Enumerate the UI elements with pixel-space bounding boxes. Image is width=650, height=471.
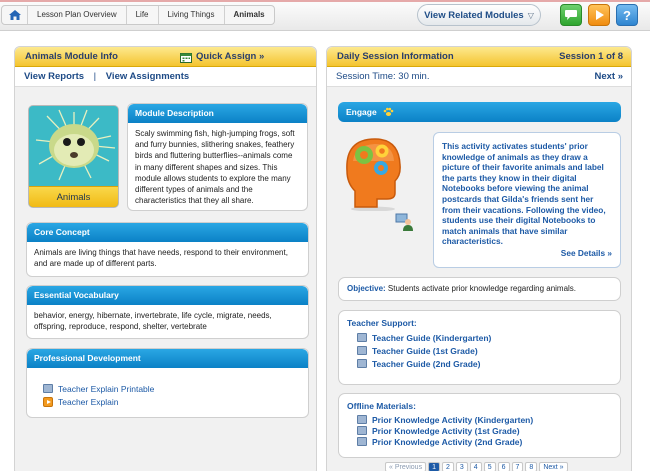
teacher-guide-2nd-grade-link[interactable]: Teacher Guide (2nd Grade) xyxy=(357,357,620,370)
play-button[interactable] xyxy=(588,4,610,26)
see-details-link[interactable]: See Details » xyxy=(561,248,612,258)
teacher-explain-link[interactable]: Teacher Explain xyxy=(43,395,308,408)
teacher-support-card: Teacher Support: Teacher Guide (Kinderga… xyxy=(338,310,621,385)
session-counter: Session 1 of 8 xyxy=(559,51,623,62)
help-button[interactable]: ? xyxy=(616,4,638,26)
breadcrumb-lesson-plan-overview[interactable]: Lesson Plan Overview xyxy=(28,6,127,24)
core-concept-text: Animals are living things that have need… xyxy=(34,248,288,268)
module-info-title: Animals Module Info xyxy=(25,51,118,62)
top-toolbar: Lesson Plan Overview Life Living Things … xyxy=(0,0,650,31)
quick-assign-link[interactable]: Quick Assign » xyxy=(180,47,264,67)
prior-knowledge-1st-grade-label: Prior Knowledge Activity (1st Grade) xyxy=(372,425,520,436)
teacher-explain-printable-link[interactable]: Teacher Explain Printable xyxy=(43,382,308,395)
page-1[interactable]: 1 xyxy=(428,462,440,471)
professional-development-title: Professional Development xyxy=(27,349,308,368)
engage-bar: Engage xyxy=(338,102,621,122)
printer-icon xyxy=(357,437,367,446)
link-separator: | xyxy=(93,71,97,82)
essential-vocabulary-card: Essential Vocabulary behavior, energy, h… xyxy=(26,285,309,339)
page-4[interactable]: 4 xyxy=(469,462,482,471)
core-concept-card: Core Concept Animals are living things t… xyxy=(26,222,309,277)
page-8[interactable]: 8 xyxy=(525,462,538,471)
view-related-modules-label: View Related Modules xyxy=(424,9,524,21)
engage-description-text: This activity activates students' prior … xyxy=(442,141,606,247)
teacher-guide-kindergarten-link[interactable]: Teacher Guide (Kindergarten) xyxy=(357,331,620,344)
play-icon xyxy=(596,10,604,20)
page-6[interactable]: 6 xyxy=(497,462,510,471)
chevron-down-icon: ▽ xyxy=(527,10,534,20)
objective-card: Objective: Students activate prior knowl… xyxy=(338,277,621,301)
prior-knowledge-2nd-grade-label: Prior Knowledge Activity (2nd Grade) xyxy=(372,436,523,447)
module-description-card: Module Description Scaly swimming fish, … xyxy=(127,103,308,211)
printer-icon xyxy=(357,346,367,355)
prior-knowledge-2nd-grade-link[interactable]: Prior Knowledge Activity (2nd Grade) xyxy=(357,436,620,447)
teacher-guide-2nd-grade-label: Teacher Guide (2nd Grade) xyxy=(372,358,481,369)
daily-session-header: Daily Session Information Session 1 of 8 xyxy=(327,47,631,67)
professional-development-card: Professional Development Teacher Explain… xyxy=(26,348,309,418)
core-concept-title: Core Concept xyxy=(27,223,308,242)
page-3[interactable]: 3 xyxy=(455,462,468,471)
session-subheader: Session Time: 30 min. Next » xyxy=(327,67,631,87)
quick-assign-label: Quick Assign » xyxy=(196,51,265,62)
teacher-presenter-icon[interactable] xyxy=(395,213,415,231)
teacher-guide-1st-grade-link[interactable]: Teacher Guide (1st Grade) xyxy=(357,344,620,357)
breadcrumb-animals: Animals xyxy=(233,10,265,19)
home-icon[interactable] xyxy=(2,6,28,24)
module-description-title: Module Description xyxy=(128,104,307,123)
video-icon xyxy=(43,396,53,407)
view-reports-link[interactable]: View Reports xyxy=(24,71,84,82)
teacher-support-title: Teacher Support: xyxy=(347,318,417,328)
module-description-text: Scaly swimming fish, high-jumping frogs,… xyxy=(135,129,295,206)
objective-text: Students activate prior knowledge regard… xyxy=(387,284,577,293)
next-session-link[interactable]: Next » xyxy=(594,67,623,87)
essential-vocabulary-text: behavior, energy, hibernate, invertebrat… xyxy=(34,311,272,331)
printer-icon xyxy=(357,359,367,368)
module-info-header: Animals Module Info Quick Assign » xyxy=(15,47,316,67)
module-thumbnail-label: Animals xyxy=(29,186,118,207)
breadcrumb: Lesson Plan Overview Life Living Things … xyxy=(1,5,275,25)
calendar-icon xyxy=(180,52,192,63)
view-related-modules-button[interactable]: View Related Modules ▽ xyxy=(417,4,541,26)
breadcrumb-life[interactable]: Life xyxy=(127,6,159,24)
printer-icon xyxy=(357,333,367,342)
paw-icon xyxy=(383,107,394,116)
prior-knowledge-1st-grade-link[interactable]: Prior Knowledge Activity (1st Grade) xyxy=(357,425,620,436)
session-time: Session Time: 30 min. xyxy=(336,71,430,82)
essential-vocabulary-title: Essential Vocabulary xyxy=(27,286,308,305)
help-icon: ? xyxy=(623,7,631,23)
teacher-guide-kindergarten-label: Teacher Guide (Kindergarten) xyxy=(372,332,492,343)
page-5[interactable]: 5 xyxy=(483,462,496,471)
teacher-guide-1st-grade-label: Teacher Guide (1st Grade) xyxy=(372,345,478,356)
prior-knowledge-kindergarten-label: Prior Knowledge Activity (Kindergarten) xyxy=(372,414,534,425)
page-7[interactable]: 7 xyxy=(511,462,524,471)
pufferfish-image xyxy=(29,106,118,186)
breadcrumb-living-things[interactable]: Living Things xyxy=(159,6,225,24)
chat-icon xyxy=(565,10,577,20)
daily-session-title: Daily Session Information xyxy=(337,51,454,62)
module-thumbnail[interactable]: Animals xyxy=(28,105,119,208)
daily-session-panel: Daily Session Information Session 1 of 8… xyxy=(326,46,632,471)
engage-description-card: This activity activates students' prior … xyxy=(433,132,621,268)
teacher-explain-label: Teacher Explain xyxy=(58,396,119,407)
page-2[interactable]: 2 xyxy=(441,462,454,471)
module-info-subheader: View Reports | View Assignments xyxy=(15,67,316,87)
offline-materials-card: Offline Materials: Prior Knowledge Activ… xyxy=(338,393,621,458)
objective-label: Objective: xyxy=(347,284,386,293)
printer-icon xyxy=(43,384,53,393)
engage-title: Engage xyxy=(346,107,377,117)
offline-materials-title: Offline Materials: xyxy=(347,401,416,411)
engage-head-gears-icon xyxy=(346,138,401,211)
pagination-next[interactable]: Next » xyxy=(539,462,568,471)
prior-knowledge-kindergarten-link[interactable]: Prior Knowledge Activity (Kindergarten) xyxy=(357,414,620,425)
module-info-panel: Animals Module Info Quick Assign » View … xyxy=(14,46,317,471)
printer-icon xyxy=(357,415,367,424)
chat-button[interactable] xyxy=(560,4,582,26)
teacher-explain-printable-label: Teacher Explain Printable xyxy=(58,383,155,394)
view-assignments-link[interactable]: View Assignments xyxy=(106,71,189,82)
pagination-previous[interactable]: « Previous xyxy=(385,462,427,471)
pagination: « Previous 1 2 3 4 5 6 7 8 Next » xyxy=(385,462,568,471)
printer-icon xyxy=(357,426,367,435)
